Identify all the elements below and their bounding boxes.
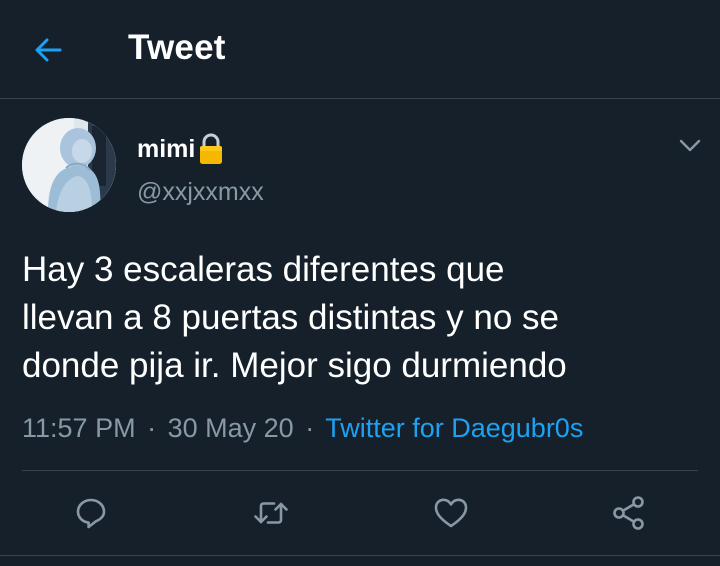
author-handle[interactable]: @xxjxxmxx [137, 178, 264, 207]
tweet-source-link[interactable]: Twitter for Daegubr0s [325, 413, 583, 443]
tweet-actions-bar [0, 490, 720, 536]
back-button[interactable] [28, 30, 68, 70]
display-name[interactable]: mimi [137, 135, 195, 164]
author-name-row[interactable]: mimi [137, 132, 224, 166]
avatar[interactable] [22, 118, 116, 212]
tweet-time: 11:57 PM [22, 413, 136, 443]
heart-icon [434, 498, 468, 528]
divider [0, 555, 720, 556]
meta-separator: · [147, 413, 157, 443]
more-options-button[interactable] [676, 132, 704, 160]
tweet-meta: 11:57 PM · 30 May 20 · Twitter for Daegu… [22, 413, 583, 444]
reply-button[interactable] [68, 490, 114, 536]
like-button[interactable] [428, 490, 474, 536]
share-icon [613, 496, 644, 530]
tweet-text: Hay 3 escaleras diferentes que llevan a … [22, 246, 702, 390]
retweet-icon [254, 502, 288, 524]
arrow-left-icon [35, 38, 62, 62]
tweet-text-line: Hay 3 escaleras diferentes que [22, 250, 505, 289]
chevron-down-icon [679, 139, 701, 152]
tweet-text-line: donde pija ir. Mejor sigo durmiendo [22, 346, 567, 385]
reply-icon [76, 498, 106, 529]
avatar-image [22, 118, 116, 212]
tweet-detail-screen: Tweet mimi @xxjxxmxx Hay 3 escaleras dif… [0, 0, 720, 566]
lock-icon [198, 132, 224, 166]
top-bar: Tweet [0, 0, 720, 99]
divider [22, 470, 698, 471]
tweet-text-line: llevan a 8 puertas distintas y no se [22, 298, 559, 337]
meta-separator: · [305, 413, 315, 443]
page-title: Tweet [128, 28, 226, 67]
tweet-date: 30 May 20 [167, 413, 294, 443]
share-button[interactable] [606, 490, 652, 536]
retweet-button[interactable] [248, 490, 294, 536]
